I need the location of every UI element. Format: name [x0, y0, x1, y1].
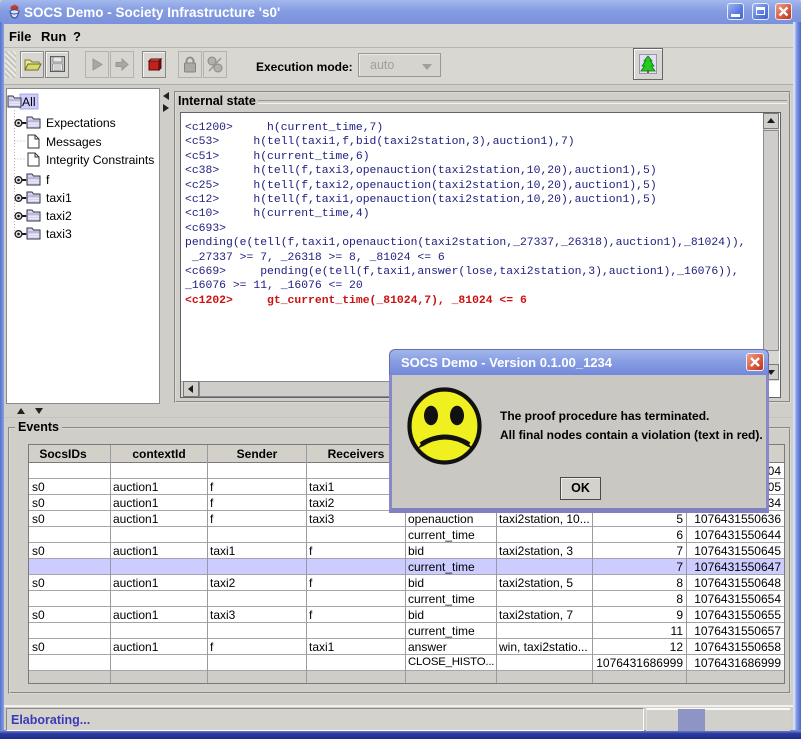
svg-text:taxi2: taxi2	[46, 209, 72, 223]
svg-text:Messages: Messages	[46, 135, 102, 149]
svg-text:taxi1: taxi1	[46, 191, 72, 205]
svg-text:Expectations: Expectations	[46, 116, 116, 130]
svg-text:Integrity Constraints: Integrity Constraints	[46, 153, 154, 167]
svg-text:All: All	[22, 95, 36, 109]
svg-text:f: f	[46, 173, 50, 187]
svg-text:taxi3: taxi3	[46, 227, 72, 241]
